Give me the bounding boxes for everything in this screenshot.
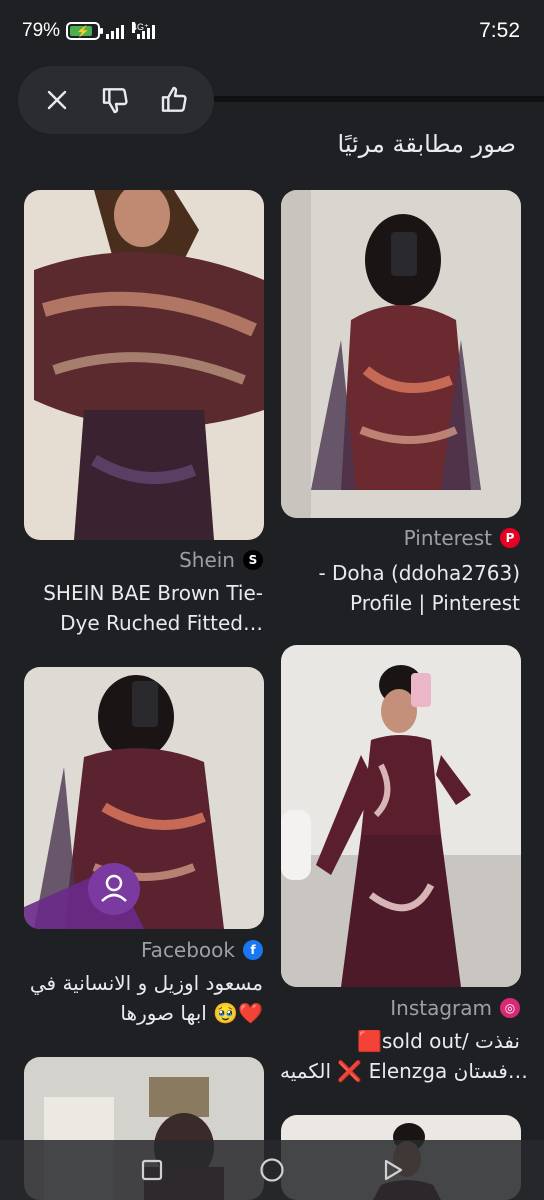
thumbs-down-icon: [102, 88, 128, 114]
result-caption-pinterest[interactable]: - Doha (ddoha2763) Profile | Pinterest: [280, 558, 520, 618]
section-title: صور مطابقة مرئيًا: [337, 130, 517, 158]
close-icon: [48, 90, 67, 110]
network-type: 4G⁺: [132, 22, 149, 33]
circle-icon: [260, 1158, 284, 1182]
result-image-facebook[interactable]: [24, 667, 264, 929]
shein-icon: S: [243, 550, 263, 570]
result-caption-shein[interactable]: SHEIN BAE Brown Tie- Dye Ruched Fitted…: [23, 578, 263, 638]
dress-photo: [24, 667, 264, 929]
recents-button[interactable]: [137, 1155, 167, 1185]
status-left: 79% ⚡ 4G⁺: [22, 20, 156, 42]
result-caption-instagram[interactable]: 🟥sold out/ نفذت الكميه ❌ Elenzga فستان…: [280, 1026, 528, 1086]
toolbar-divider: [210, 96, 544, 102]
dress-photo: [24, 190, 264, 540]
result-image-shein[interactable]: [24, 190, 264, 540]
like-button[interactable]: [153, 78, 197, 122]
result-source-pinterest: Pinterest P: [404, 526, 520, 550]
status-bar: 79% ⚡ 4G⁺ 7:52: [0, 0, 544, 64]
result-source-instagram: Instagram ◎: [390, 996, 520, 1020]
result-source-shein: Shein S: [179, 548, 263, 572]
square-icon: [141, 1159, 163, 1181]
dislike-button[interactable]: [94, 78, 138, 122]
triangle-back-icon: [384, 1159, 403, 1181]
close-button[interactable]: [35, 78, 79, 122]
feedback-pill: [18, 66, 214, 134]
clock: 7:52: [479, 19, 520, 42]
signal-icon-2: 4G⁺: [130, 22, 156, 39]
battery-percent: 79%: [22, 20, 61, 41]
result-image-pinterest[interactable]: [281, 190, 521, 518]
back-button[interactable]: [377, 1155, 407, 1185]
battery-icon: ⚡: [66, 22, 104, 40]
pinterest-icon: P: [500, 528, 520, 548]
thumbs-up-icon: [161, 86, 187, 112]
result-image-instagram[interactable]: [281, 645, 521, 987]
result-source-facebook: Facebook f: [141, 938, 263, 962]
result-caption-facebook[interactable]: مسعود اوزيل و الانسانية في ابها صورها 🥹❤…: [23, 968, 263, 1028]
system-nav-bar: [0, 1140, 544, 1200]
home-button[interactable]: [257, 1155, 287, 1185]
signal-icon: [106, 23, 125, 39]
instagram-icon: ◎: [500, 998, 520, 1018]
facebook-icon: f: [243, 940, 263, 960]
dress-photo: [281, 190, 521, 518]
dress-photo: [281, 645, 521, 987]
